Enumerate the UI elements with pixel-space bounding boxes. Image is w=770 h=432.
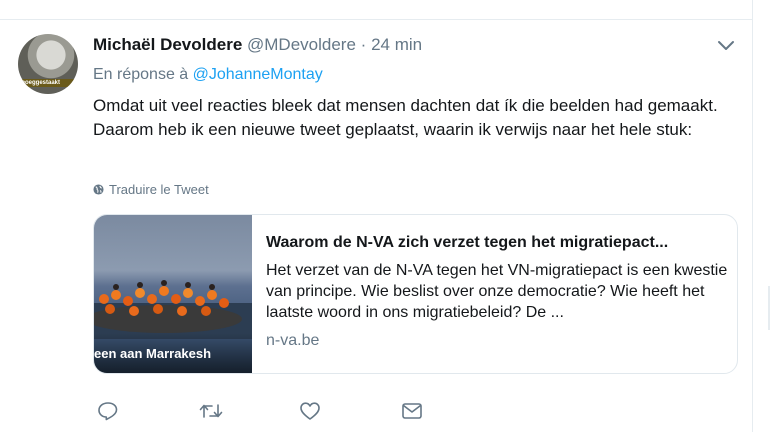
- timeline-page: enoeggestaakt Michaël Devoldere @MDevold…: [0, 0, 770, 432]
- reply-handle-link[interactable]: @JohanneMontay: [193, 66, 323, 83]
- author-name[interactable]: Michaël Devoldere: [93, 35, 242, 54]
- card-domain: n-va.be: [266, 332, 320, 349]
- separator-dot: ·: [360, 35, 367, 54]
- migrant-boat-image: [94, 280, 252, 339]
- tweet-text: Omdat uit veel reacties bleek dat mensen…: [93, 96, 718, 139]
- previous-tweet-edge: [0, 0, 752, 20]
- tweet-header: Michaël Devoldere @MDevoldere · 24 min: [93, 34, 422, 56]
- translate-label: Traduire le Tweet: [109, 182, 209, 197]
- card-title: Waarom de N-VA zich verzet tegen het mig…: [266, 234, 669, 251]
- timestamp[interactable]: 24 min: [371, 35, 422, 54]
- card-image: een aan Marrakesh: [94, 215, 252, 373]
- card-description: Het verzet van de N-VA tegen het VN-migr…: [266, 262, 728, 321]
- direct-message-icon[interactable]: [401, 401, 423, 421]
- timeline-divider: [752, 0, 753, 432]
- like-icon[interactable]: [299, 401, 321, 421]
- reply-context: En réponse à @JohanneMontay: [93, 64, 323, 86]
- retweet-icon[interactable]: [198, 401, 224, 421]
- card-image-caption: een aan Marrakesh: [94, 346, 212, 361]
- reply-prefix: En réponse à: [93, 66, 189, 83]
- author-handle[interactable]: @MDevoldere: [247, 35, 356, 54]
- globe-icon: [93, 184, 104, 195]
- avatar[interactable]: enoeggestaakt: [18, 34, 78, 94]
- translate-tweet-link[interactable]: Traduire le Tweet: [93, 181, 209, 199]
- reply-icon[interactable]: [97, 401, 119, 421]
- avatar-label: enoeggestaakt: [18, 79, 78, 87]
- link-card[interactable]: een aan Marrakesh Waarom de N-VA zich ve…: [93, 214, 738, 374]
- chevron-down-icon[interactable]: [716, 38, 736, 54]
